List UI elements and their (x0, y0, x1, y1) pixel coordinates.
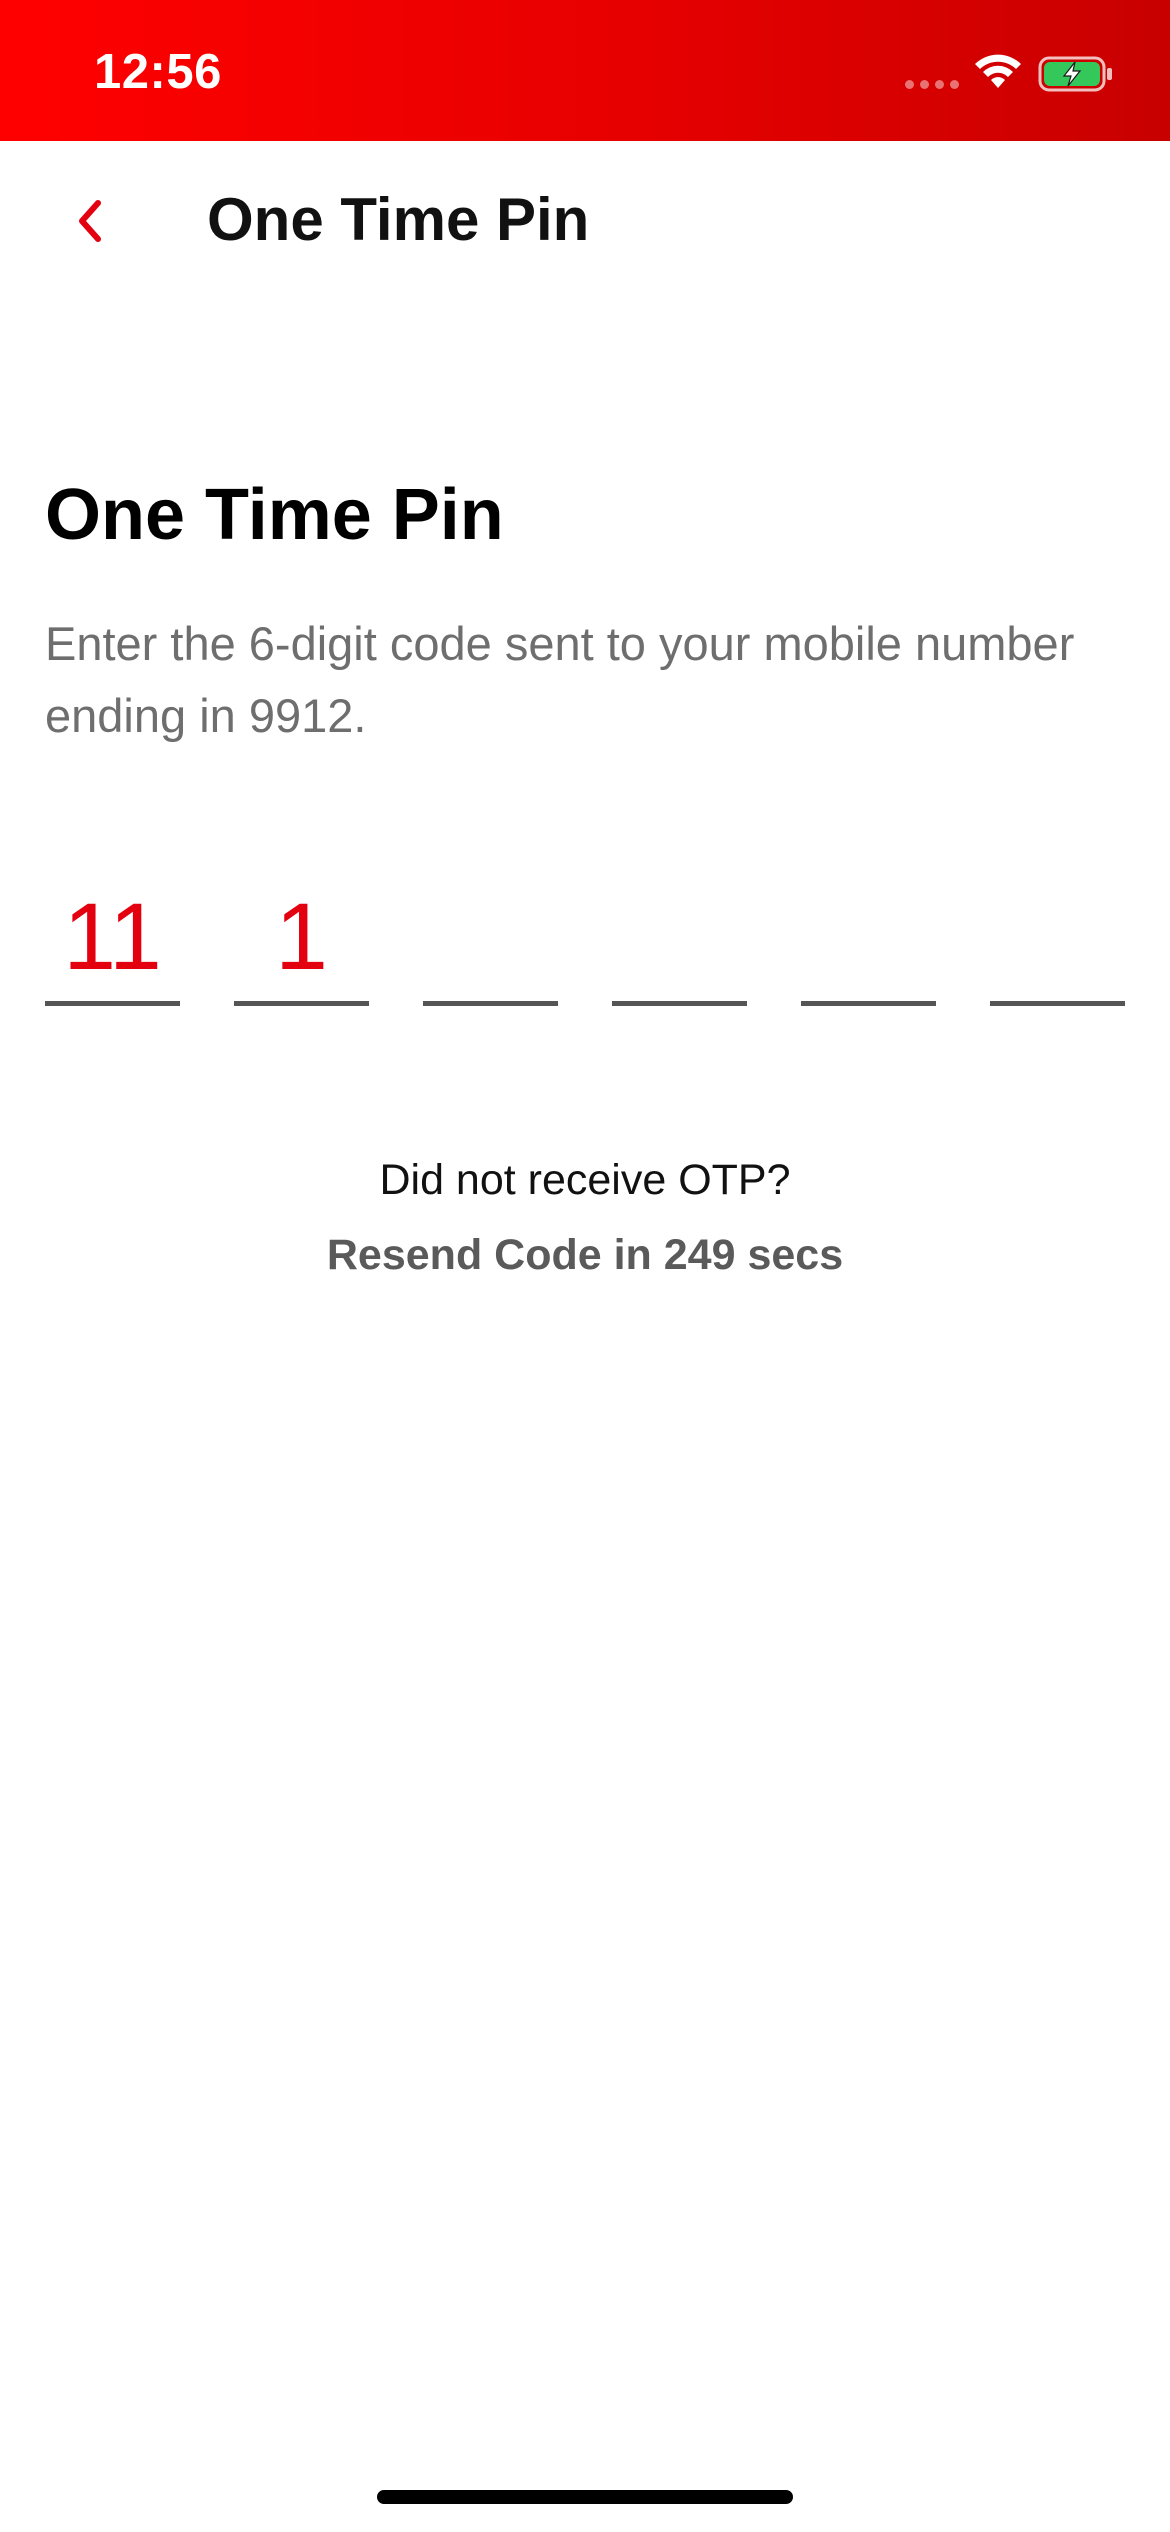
otp-not-received-text: Did not receive OTP? (379, 1156, 791, 1204)
status-time: 12:56 (94, 45, 222, 99)
otp-digit-value: 11 (63, 884, 162, 990)
home-indicator[interactable] (377, 2490, 793, 2504)
navigation-bar: One Time Pin (0, 141, 1170, 311)
chevron-left-icon (79, 200, 101, 242)
otp-screen: 12:56 One Time Pin One Time Pin Enter th… (0, 0, 1170, 2532)
nav-title: One Time Pin (207, 186, 590, 253)
otp-digit-field-4[interactable] (612, 870, 747, 1006)
wifi-icon (975, 54, 1021, 88)
otp-digit-field-2[interactable]: 1 (234, 870, 369, 1006)
otp-digit-field-6[interactable] (990, 870, 1125, 1006)
otp-input-group: 11 1 (45, 870, 1125, 1010)
otp-digit-field-5[interactable] (801, 870, 936, 1006)
back-button[interactable] (55, 186, 125, 256)
otp-description: Enter the 6-digit code sent to your mobi… (45, 617, 1075, 742)
status-bar: 12:56 (0, 0, 1170, 141)
otp-digit-field-1[interactable]: 11 (45, 870, 180, 1006)
otp-digit-field-3[interactable] (423, 870, 558, 1006)
otp-digit-value: 1 (275, 884, 328, 990)
page-title: One Time Pin (45, 475, 504, 555)
resend-code-button[interactable]: Resend Code in 249 secs (0, 1231, 1170, 1280)
battery-charging-icon (1038, 56, 1112, 92)
cellular-dots-icon (905, 80, 959, 89)
